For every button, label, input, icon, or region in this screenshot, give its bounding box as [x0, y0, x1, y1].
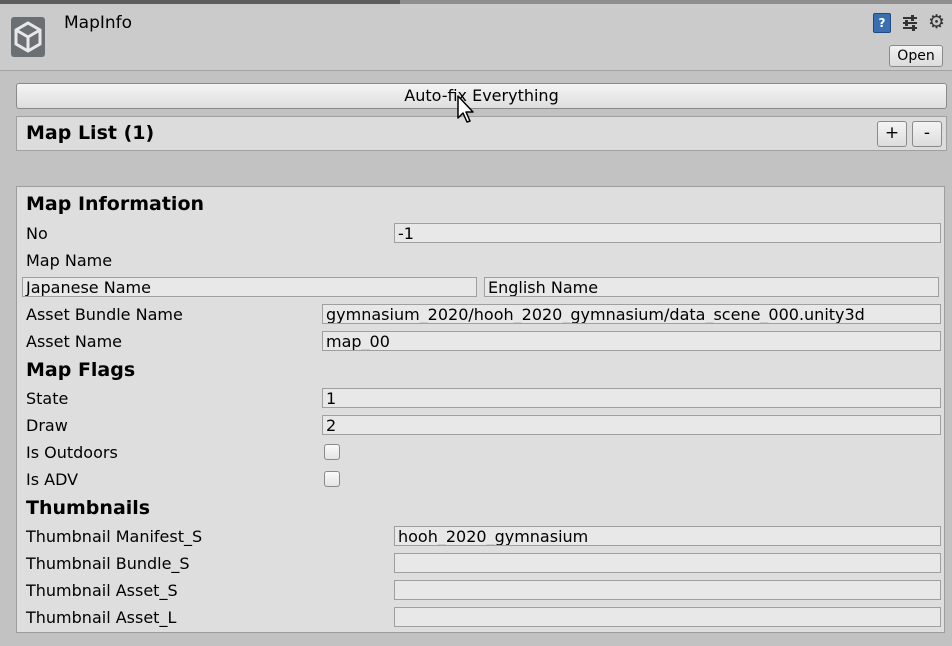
asset-bundle-name-label: Asset Bundle Name	[26, 305, 183, 324]
map-list-header[interactable]: Map List (1) + -	[16, 116, 947, 151]
thumbnail-asset-s-field[interactable]	[394, 580, 941, 600]
thumbnail-asset-s-label: Thumbnail Asset_S	[26, 581, 178, 600]
state-field[interactable]: 1	[322, 388, 941, 408]
asset-name-label: Asset Name	[26, 332, 123, 351]
thumbnails-heading: Thumbnails	[26, 497, 151, 519]
inspector-header: MapInfo ? ⚙ Open	[0, 4, 952, 71]
unity-logo-icon	[11, 17, 45, 57]
no-field[interactable]: -1	[394, 223, 941, 243]
is-outdoors-label: Is Outdoors	[26, 443, 118, 462]
help-icon[interactable]: ?	[873, 13, 891, 33]
thumbnail-asset-l-field[interactable]	[394, 607, 941, 627]
asset-name-field[interactable]: map_00	[322, 331, 941, 351]
japanese-name-field[interactable]: Japanese Name	[22, 277, 477, 297]
draw-label: Draw	[26, 416, 68, 435]
component-title: MapInfo	[64, 13, 133, 33]
state-label: State	[26, 389, 69, 408]
thumbnail-bundle-s-field[interactable]	[394, 553, 941, 573]
is-outdoors-checkbox[interactable]	[324, 444, 340, 460]
remove-map-button[interactable]: -	[912, 121, 942, 147]
english-name-field[interactable]: English Name	[484, 277, 939, 297]
draw-field[interactable]: 2	[322, 415, 941, 435]
map-detail-panel: Map Information No -1 Map Name Japanese …	[16, 186, 945, 633]
asset-bundle-name-field[interactable]: gymnasium_2020/hooh_2020_gymnasium/data_…	[322, 304, 941, 324]
thumbnail-bundle-s-label: Thumbnail Bundle_S	[26, 554, 190, 573]
thumbnail-manifest-s-field[interactable]: hooh_2020_gymnasium	[394, 526, 941, 546]
gear-icon[interactable]: ⚙	[928, 12, 945, 32]
no-label: No	[26, 224, 48, 243]
add-map-button[interactable]: +	[877, 121, 907, 147]
is-adv-label: Is ADV	[26, 470, 79, 489]
thumbnail-manifest-s-label: Thumbnail Manifest_S	[26, 527, 203, 546]
map-information-heading: Map Information	[26, 193, 205, 215]
thumbnail-asset-l-label: Thumbnail Asset_L	[26, 608, 177, 627]
map-list-label: Map List (1)	[26, 122, 155, 144]
is-adv-checkbox[interactable]	[324, 471, 340, 487]
autofix-button[interactable]: Auto-fix Everything	[16, 83, 947, 109]
map-name-label: Map Name	[26, 251, 113, 270]
map-flags-heading: Map Flags	[26, 359, 136, 381]
open-button[interactable]: Open	[889, 45, 943, 67]
preset-icon[interactable]	[902, 14, 918, 32]
